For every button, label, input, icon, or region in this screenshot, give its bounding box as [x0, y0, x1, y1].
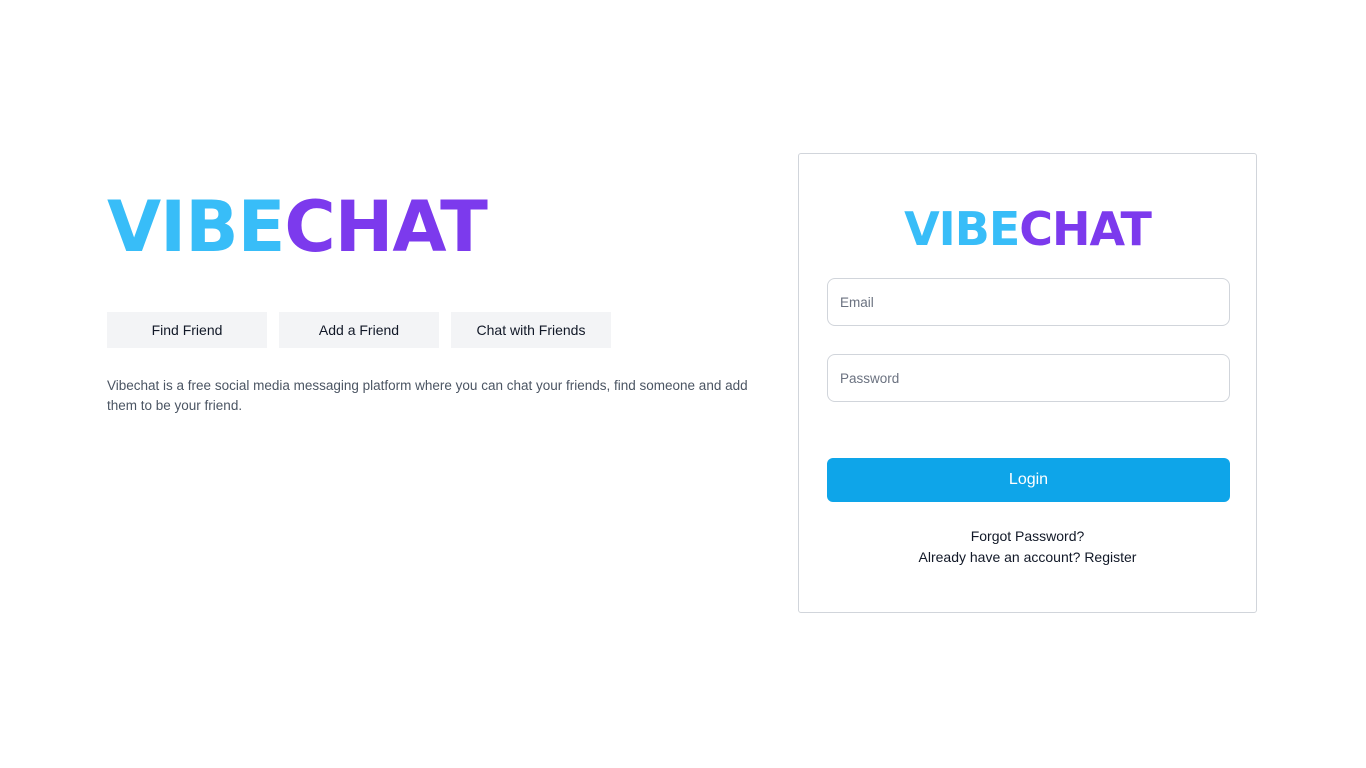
password-field[interactable]	[827, 354, 1230, 402]
hero-section: VIBECHAT Find Friend Add a Friend Chat w…	[107, 192, 757, 430]
login-page: VIBECHAT Find Friend Add a Friend Chat w…	[0, 0, 1366, 768]
brand-logo: VIBECHAT	[107, 192, 757, 276]
email-field[interactable]	[827, 278, 1230, 326]
app-description: Vibechat is a free social media messagin…	[107, 378, 748, 413]
brand-logo-part-vibe: VIBE	[107, 186, 285, 268]
card-logo-part-chat: CHAT	[1019, 202, 1152, 256]
auth-links: Forgot Password? Already have an account…	[799, 526, 1256, 568]
feature-buttons: Find Friend Add a Friend Chat with Frien…	[107, 312, 757, 348]
card-logo-part-vibe: VIBE	[904, 202, 1020, 256]
register-link[interactable]: Register	[1084, 549, 1136, 565]
brand-logo-part-chat: CHAT	[284, 186, 487, 268]
register-prompt: Already have an account?	[918, 549, 1085, 565]
chat-with-friends-button[interactable]: Chat with Friends	[451, 312, 611, 348]
find-friend-button[interactable]: Find Friend	[107, 312, 267, 348]
login-card: VIBECHAT Login Forgot Password? Already …	[798, 153, 1257, 613]
forgot-password-link[interactable]: Forgot Password?	[971, 528, 1085, 544]
card-brand-logo: VIBECHAT	[799, 206, 1256, 260]
register-row: Already have an account? Register	[799, 547, 1256, 568]
login-button[interactable]: Login	[827, 458, 1230, 502]
add-friend-button[interactable]: Add a Friend	[279, 312, 439, 348]
